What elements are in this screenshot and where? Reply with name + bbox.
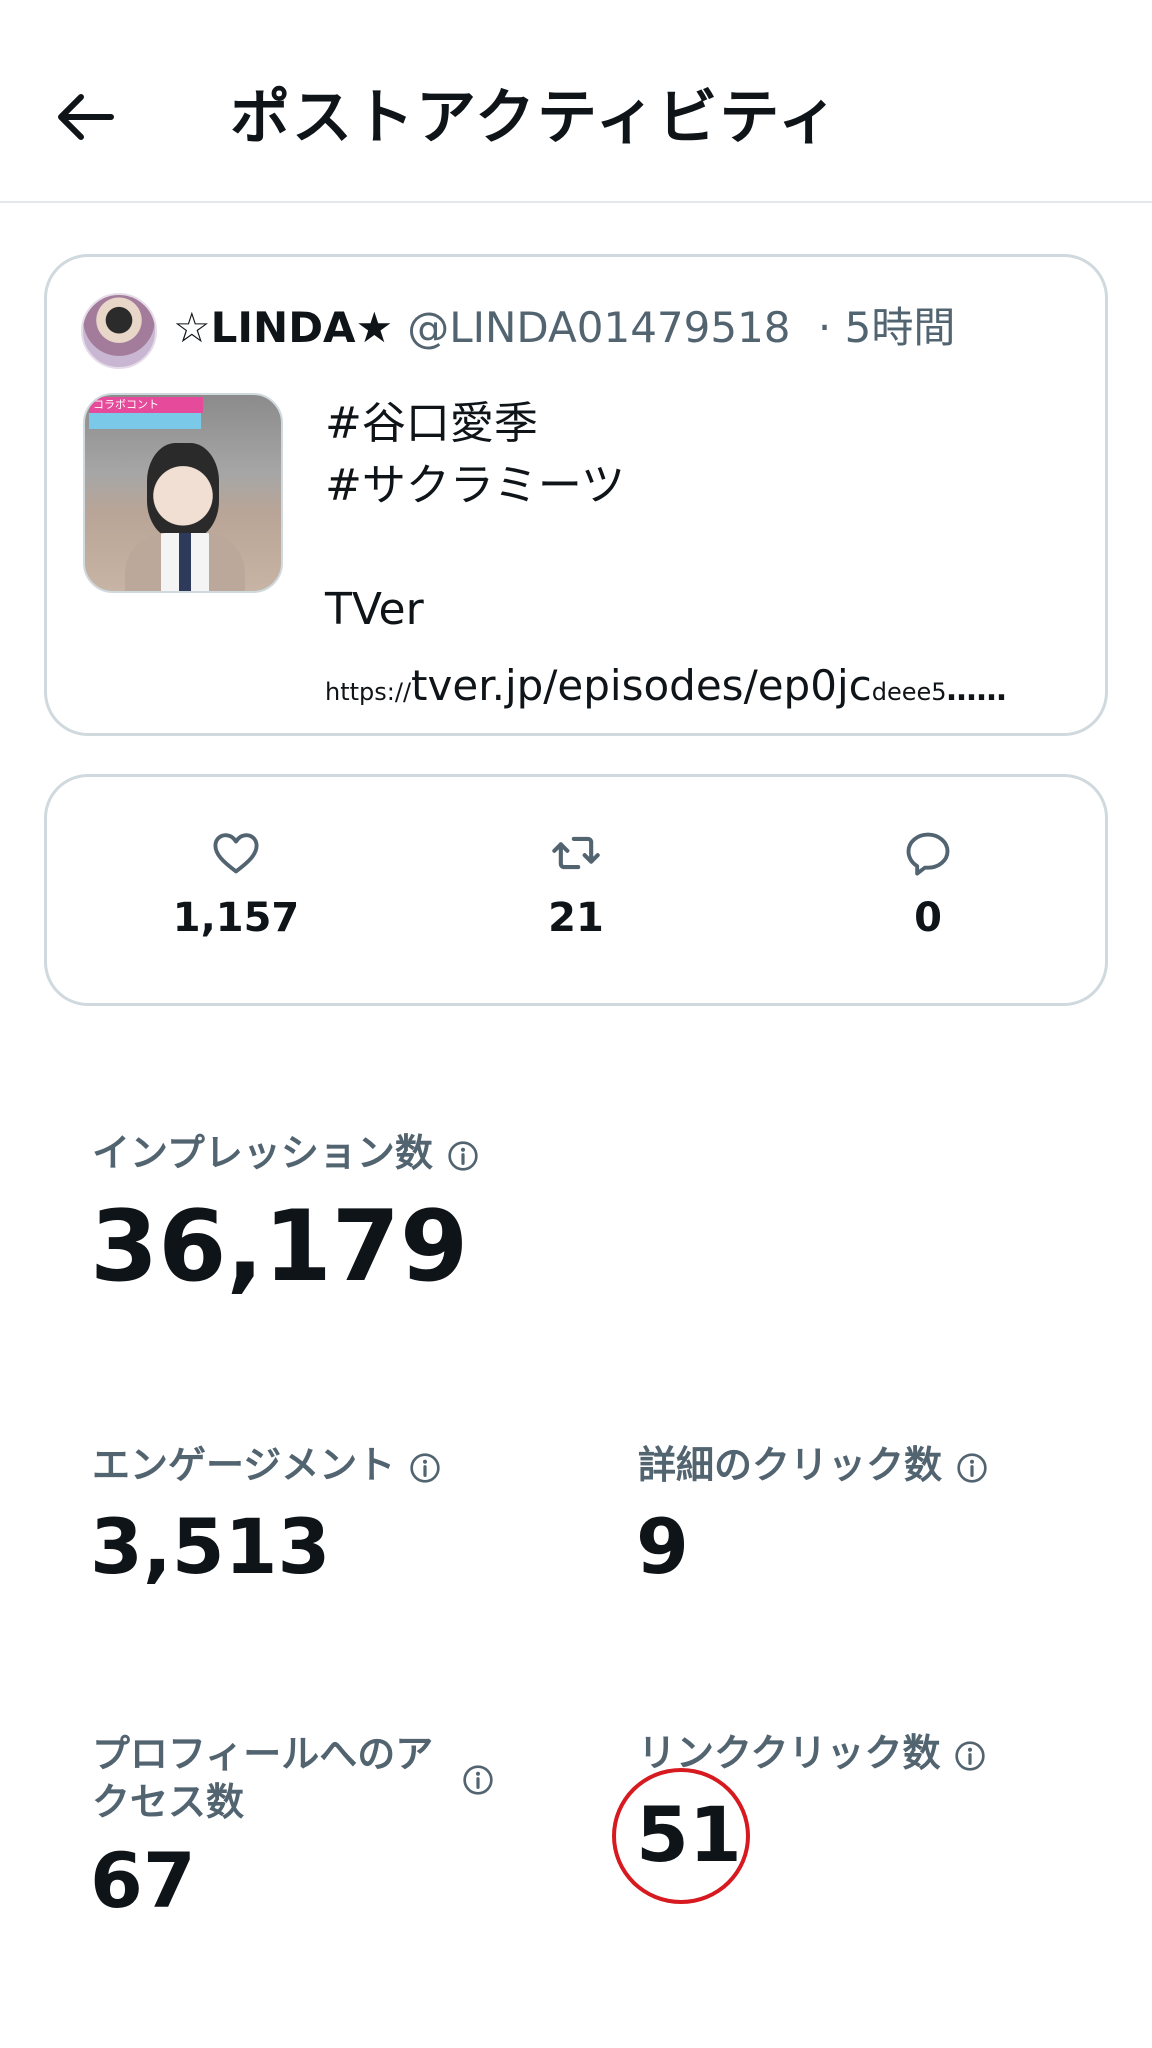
detail-clicks-value: 9 [636,1502,689,1591]
reposts-stat: 21 [476,827,676,943]
engagements-label: エンゲージメント [92,1440,441,1490]
likes-stat: 1,157 [136,827,336,943]
heart-icon [213,833,259,874]
replies-stat: 0 [828,827,1028,943]
engagement-stats-card: 1,157 21 0 [44,774,1108,1006]
link-main: tver.jp/episodes/ep0jc [411,661,872,710]
post-time: · 5時間 [817,303,956,352]
info-icon[interactable] [447,1140,479,1172]
engagements-value: 3,513 [90,1502,331,1591]
detail-clicks-label: 詳細のクリック数 [638,1440,988,1490]
link-tail: deee5 [871,678,947,706]
info-icon[interactable] [954,1740,986,1772]
thumbnail-uniform [125,533,245,591]
handle: @LINDA01479518 [407,303,791,352]
back-button[interactable] [40,72,130,162]
post-text: #谷口愛季 #サクラミーツ TVer [325,398,625,635]
post-thumbnail[interactable]: コラボコント [83,393,283,593]
post-card[interactable]: ☆LINDA★ @LINDA01479518 · 5時間 コラボコント #谷口愛季… [44,254,1108,736]
reposts-count: 21 [548,895,604,941]
thumbnail-badge: コラボコント [89,397,203,413]
info-icon[interactable] [409,1452,441,1484]
profile-visits-label: プロフィールへのア クセス数 [92,1732,434,1824]
engagements-label-text: エンゲージメント [92,1443,396,1487]
display-name[interactable]: ☆LINDA★ [173,303,393,352]
post-meta: ☆LINDA★ @LINDA01479518 · 5時間 [173,297,955,359]
red-circle-highlight [612,1768,750,1904]
impressions-value: 36,179 [90,1190,469,1304]
page-title: ポストアクティビティ [230,83,840,153]
reply-icon [906,832,950,876]
thumbnail-badge-stripe [89,413,201,429]
impressions-label: インプレッション数 [92,1128,479,1178]
repost-icon [552,836,600,870]
link-scheme: https:// [325,678,412,706]
thumbnail-person [147,443,219,539]
avatar[interactable] [81,293,157,369]
detail-clicks-label-text: 詳細のクリック数 [638,1443,943,1487]
app-header: ポストアクティビティ [0,0,1152,203]
back-arrow-icon [58,94,114,140]
link-ellipsis: …… [946,673,1007,708]
profile-visits-value: 67 [90,1836,196,1925]
post-link[interactable]: https://tver.jp/episodes/ep0jcdeee5…… [325,655,1007,726]
replies-count: 0 [914,895,942,941]
info-icon[interactable] [462,1764,494,1796]
info-icon[interactable] [956,1452,988,1484]
impressions-label-text: インプレッション数 [92,1131,433,1175]
likes-count: 1,157 [172,895,300,941]
